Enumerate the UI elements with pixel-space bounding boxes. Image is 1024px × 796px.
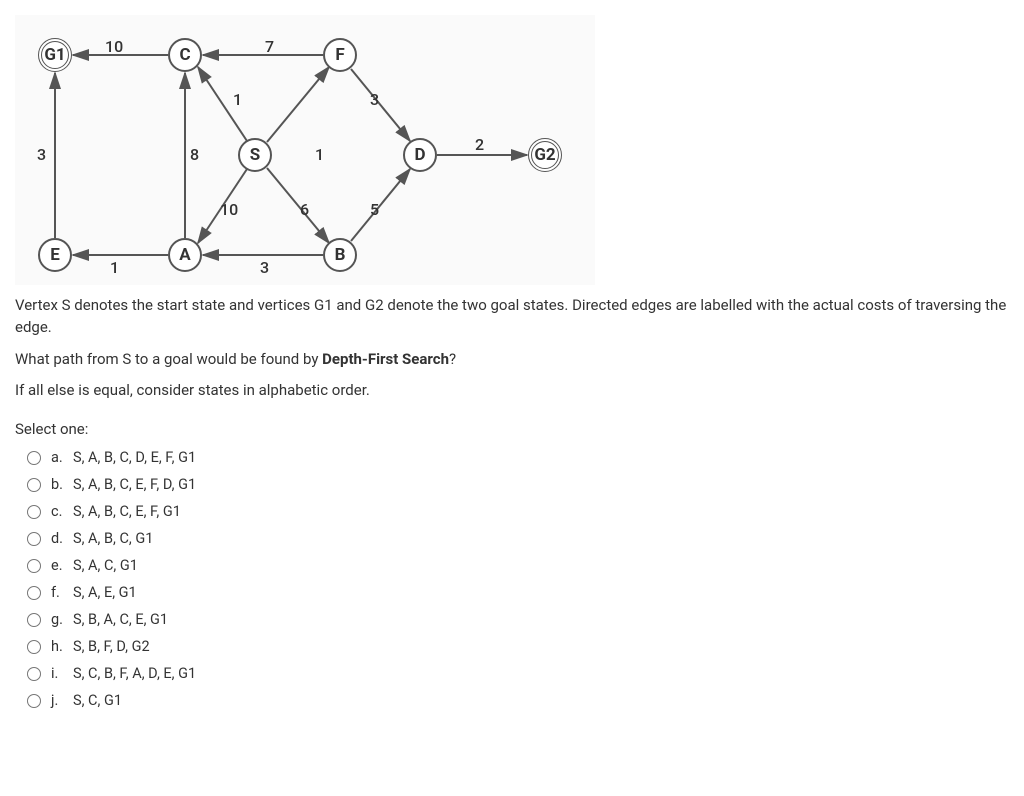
question-p3: If all else is equal, consider states in…	[15, 380, 1009, 402]
node-a: A	[168, 238, 202, 272]
radio-b[interactable]	[27, 478, 41, 492]
node-d: D	[403, 138, 437, 172]
answer-option[interactable]: h.S, B, F, D, G2	[15, 633, 1009, 660]
graph-edges	[15, 15, 595, 285]
option-letter: h.	[51, 638, 73, 655]
question-p2-a: What path from S to a goal would be foun…	[15, 350, 322, 368]
edge-label: 10	[220, 200, 238, 219]
answer-list: a.S, A, B, C, D, E, F, G1 b.S, A, B, C, …	[15, 444, 1009, 714]
radio-a[interactable]	[27, 451, 41, 465]
radio-e[interactable]	[27, 559, 41, 573]
option-text: S, A, E, G1	[73, 584, 137, 601]
answer-option[interactable]: j.S, C, G1	[15, 687, 1009, 714]
edge-label: 3	[370, 90, 379, 109]
edge-label: 1	[110, 258, 119, 277]
option-text: S, A, B, C, D, E, F, G1	[73, 449, 196, 466]
node-b: B	[323, 238, 357, 272]
edge-label: 1	[233, 90, 242, 109]
option-letter: a.	[51, 449, 73, 466]
answer-option[interactable]: d.S, A, B, C, G1	[15, 525, 1009, 552]
option-letter: e.	[51, 557, 73, 574]
option-text: S, A, C, G1	[73, 557, 138, 574]
edge-label: 8	[190, 145, 199, 164]
radio-g[interactable]	[27, 613, 41, 627]
radio-h[interactable]	[27, 640, 41, 654]
answer-option[interactable]: f.S, A, E, G1	[15, 579, 1009, 606]
edge-label: 3	[260, 258, 269, 277]
graph-diagram: G1 C F S D G2 E A B 10 7 3 8 1 10 1 3 1 …	[15, 15, 595, 285]
option-text: S, A, B, C, E, F, D, G1	[73, 476, 196, 493]
radio-f[interactable]	[27, 586, 41, 600]
option-text: S, B, F, D, G2	[73, 638, 150, 655]
node-g1: G1	[38, 38, 72, 72]
option-text: S, A, B, C, G1	[73, 530, 153, 547]
question-text: Vertex S denotes the start state and ver…	[15, 295, 1009, 402]
edge-label: 3	[37, 145, 46, 164]
node-e: E	[38, 238, 72, 272]
node-f: F	[323, 38, 357, 72]
radio-c[interactable]	[27, 505, 41, 519]
answer-option[interactable]: e.S, A, C, G1	[15, 552, 1009, 579]
option-letter: g.	[51, 611, 73, 628]
answer-option[interactable]: g.S, B, A, C, E, G1	[15, 606, 1009, 633]
edge-label: 6	[300, 200, 309, 219]
answer-option[interactable]: i.S, C, B, F, A, D, E, G1	[15, 660, 1009, 687]
answer-option[interactable]: a.S, A, B, C, D, E, F, G1	[15, 444, 1009, 471]
option-text: S, C, G1	[73, 692, 122, 709]
question-p2-bold: Depth-First Search	[322, 350, 449, 368]
edge-label: 5	[370, 200, 379, 219]
option-letter: f.	[51, 584, 73, 601]
option-letter: b.	[51, 476, 73, 493]
select-one-prompt: Select one:	[15, 420, 1009, 438]
option-letter: c.	[51, 503, 73, 520]
radio-i[interactable]	[27, 667, 41, 681]
option-text: S, C, B, F, A, D, E, G1	[73, 665, 196, 682]
option-letter: i.	[51, 665, 73, 682]
option-letter: j.	[51, 692, 73, 709]
option-letter: d.	[51, 530, 73, 547]
radio-j[interactable]	[27, 694, 41, 708]
edge-label: 2	[475, 135, 484, 154]
edge-label: 1	[315, 145, 324, 164]
edge-label: 10	[105, 37, 123, 56]
option-text: S, A, B, C, E, F, G1	[73, 503, 181, 520]
node-s: S	[238, 138, 272, 172]
option-text: S, B, A, C, E, G1	[73, 611, 168, 628]
question-p2: What path from S to a goal would be foun…	[15, 349, 1009, 371]
answer-option[interactable]: c.S, A, B, C, E, F, G1	[15, 498, 1009, 525]
node-g2: G2	[528, 138, 562, 172]
edge-label: 7	[265, 37, 274, 56]
node-c: C	[168, 38, 202, 72]
answer-option[interactable]: b.S, A, B, C, E, F, D, G1	[15, 471, 1009, 498]
radio-d[interactable]	[27, 532, 41, 546]
question-p1: Vertex S denotes the start state and ver…	[15, 295, 1009, 339]
question-p2-c: ?	[449, 350, 456, 368]
